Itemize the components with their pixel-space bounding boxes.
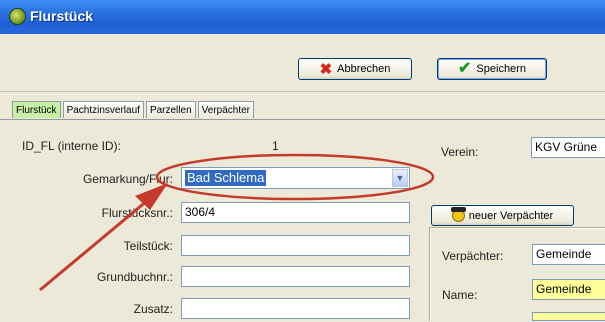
highlight-circle (155, 153, 435, 201)
annotation-arrow-line (39, 198, 149, 292)
annotation-overlay (39, 153, 435, 292)
